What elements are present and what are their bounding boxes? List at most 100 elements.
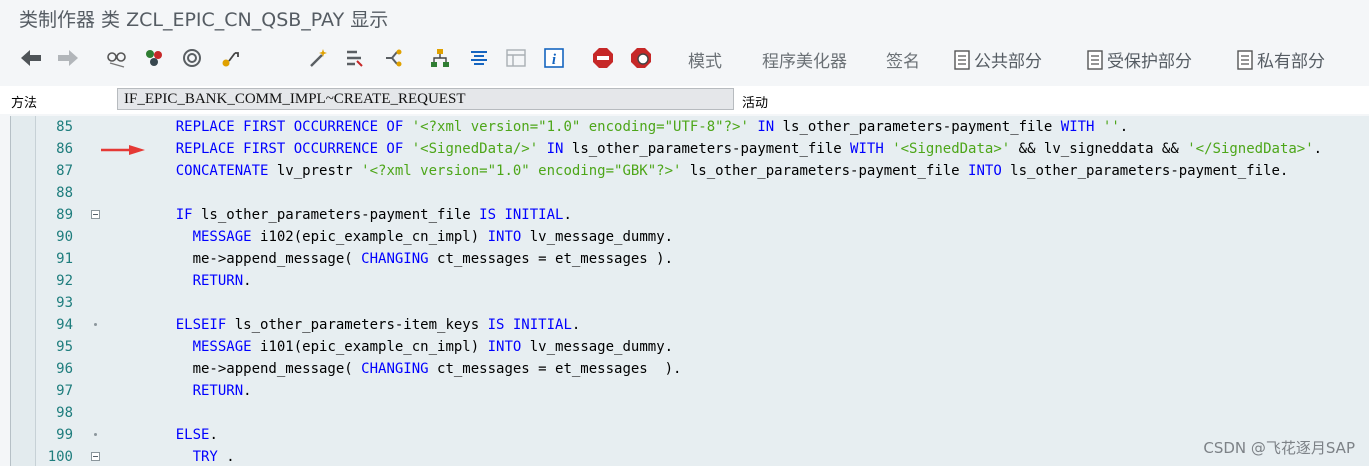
- code-token: ls_other_parameters-payment_file: [774, 119, 1061, 135]
- code-string: '<?xml version="1.0" encoding="GBK"?>': [361, 163, 682, 179]
- code-keyword: WITH: [1060, 119, 1095, 135]
- code-line[interactable]: 95 MESSAGE i101(epic_example_cn_impl) IN…: [11, 336, 1369, 358]
- fold-toggle-icon[interactable]: [91, 210, 100, 219]
- code-text: MESSAGE i101(epic_example_cn_impl) INTO …: [142, 336, 673, 358]
- stop-breakpoint-icon[interactable]: [590, 45, 616, 71]
- code-token: ls_other_parameters-payment_file: [681, 163, 969, 179]
- code-token: .: [243, 273, 252, 289]
- table-icon[interactable]: [503, 45, 529, 71]
- mode-button[interactable]: 模式: [688, 47, 722, 72]
- code-line[interactable]: 88: [11, 182, 1369, 204]
- where-used-icon[interactable]: [179, 45, 205, 71]
- title-bar: 类制作器 类 ZCL_EPIC_CN_QSB_PAY 显示: [0, 0, 1369, 36]
- private-section-button[interactable]: 私有部分: [1237, 47, 1325, 75]
- line-number: 92: [56, 273, 73, 289]
- code-line[interactable]: 89 IF ls_other_parameters-payment_file I…: [11, 204, 1369, 226]
- code-line[interactable]: 96 me->append_message( CHANGING ct_messa…: [11, 358, 1369, 380]
- line-number: 91: [56, 251, 73, 267]
- application-toolbar: i 模式 程序美化器 签名 公共部分 受保护部分 私有部分: [0, 38, 1369, 78]
- magic-wand-icon[interactable]: [305, 45, 331, 71]
- signature-button[interactable]: 签名: [886, 47, 920, 72]
- code-token: me->append_message(: [142, 361, 362, 377]
- code-token: .: [209, 427, 218, 443]
- line-number: 88: [56, 185, 73, 201]
- code-text: MESSAGE i102(epic_example_cn_impl) INTO …: [142, 226, 673, 248]
- code-text: ELSEIF ls_other_parameters-item_keys IS …: [142, 314, 581, 336]
- watermark: CSDN @飞花逐月SAP: [1203, 439, 1355, 457]
- code-token: lv_prestr: [268, 163, 362, 179]
- hierarchy-icon[interactable]: [218, 45, 244, 71]
- protected-section-label: 受保护部分: [1107, 52, 1192, 72]
- code-keyword: REPLACE FIRST OCCURRENCE OF: [175, 119, 404, 135]
- code-text: TRY .: [142, 446, 235, 466]
- code-line[interactable]: 93: [11, 292, 1369, 314]
- public-section-button[interactable]: 公共部分: [954, 47, 1042, 75]
- back-arrow-icon[interactable]: [18, 45, 44, 71]
- code-line[interactable]: 100 TRY .: [11, 446, 1369, 466]
- line-number: 90: [56, 229, 73, 245]
- code-string: '<SignedData/>': [411, 141, 539, 157]
- line-number: 97: [56, 383, 73, 399]
- code-token: ct_messages = et_messages ).: [428, 361, 682, 377]
- line-number: 100: [47, 449, 73, 465]
- code-editor[interactable]: 85 REPLACE FIRST OCCURRENCE OF '<?xml ve…: [10, 116, 1369, 466]
- line-number: 96: [56, 361, 73, 377]
- transport-icon[interactable]: [380, 45, 406, 71]
- protected-section-button[interactable]: 受保护部分: [1087, 47, 1192, 75]
- code-token: ls_other_parameters-payment_file.: [1001, 163, 1289, 179]
- code-keyword: INTO: [968, 163, 1002, 179]
- code-keyword: WITH: [850, 141, 884, 157]
- code-token: i101(epic_example_cn_impl): [251, 339, 488, 355]
- block-marker-icon: [94, 433, 97, 436]
- stack-icon[interactable]: [466, 45, 492, 71]
- find-icon[interactable]: [341, 45, 367, 71]
- code-keyword: MESSAGE: [192, 229, 252, 245]
- private-section-label: 私有部分: [1257, 52, 1325, 72]
- code-text: REPLACE FIRST OCCURRENCE OF '<SignedData…: [142, 138, 1322, 160]
- code-line[interactable]: 87 CONCATENATE lv_prestr '<?xml version=…: [11, 160, 1369, 182]
- document-icon: [954, 50, 970, 75]
- line-number: 94: [56, 317, 73, 333]
- code-line[interactable]: 94 ELSEIF ls_other_parameters-item_keys …: [11, 314, 1369, 336]
- pretty-printer-button[interactable]: 程序美化器: [762, 47, 847, 72]
- code-keyword: IS INITIAL: [487, 317, 572, 333]
- code-line[interactable]: 97 RETURN.: [11, 380, 1369, 402]
- code-keyword: TRY: [192, 449, 218, 465]
- method-name-field[interactable]: IF_EPIC_BANK_COMM_IMPL~CREATE_REQUEST: [117, 88, 734, 110]
- code-text: REPLACE FIRST OCCURRENCE OF '<?xml versi…: [142, 116, 1129, 138]
- code-keyword: CONCATENATE: [175, 163, 269, 179]
- info-icon[interactable]: i: [541, 45, 567, 71]
- code-text: ELSE.: [142, 424, 218, 446]
- code-line[interactable]: 85 REPLACE FIRST OCCURRENCE OF '<?xml ve…: [11, 116, 1369, 138]
- code-token: ls_other_parameters-item_keys: [226, 317, 488, 333]
- line-number: 98: [56, 405, 73, 421]
- code-token: .: [1119, 119, 1129, 135]
- code-line[interactable]: 98: [11, 402, 1369, 424]
- code-text: RETURN.: [142, 270, 252, 292]
- code-line[interactable]: 92 RETURN.: [11, 270, 1369, 292]
- watch-breakpoint-icon[interactable]: [628, 45, 654, 71]
- line-number: 93: [56, 295, 73, 311]
- code-line[interactable]: 86 REPLACE FIRST OCCURRENCE OF '<SignedD…: [11, 138, 1369, 160]
- code-line[interactable]: 91 me->append_message( CHANGING ct_messa…: [11, 248, 1369, 270]
- code-text: me->append_message( CHANGING ct_messages…: [142, 358, 682, 380]
- fold-toggle-icon[interactable]: [91, 452, 100, 461]
- tree-icon[interactable]: [427, 45, 453, 71]
- code-keyword: INTO: [487, 229, 522, 245]
- code-keyword: ELSE: [175, 427, 210, 443]
- code-token: i102(epic_example_cn_impl): [251, 229, 488, 245]
- activate-icon[interactable]: [141, 45, 167, 71]
- code-line[interactable]: 90 MESSAGE i102(epic_example_cn_impl) IN…: [11, 226, 1369, 248]
- code-line[interactable]: 99 ELSE.: [11, 424, 1369, 446]
- glasses-icon[interactable]: [104, 45, 130, 71]
- public-section-label: 公共部分: [974, 52, 1042, 72]
- forward-arrow-icon[interactable]: [55, 45, 81, 71]
